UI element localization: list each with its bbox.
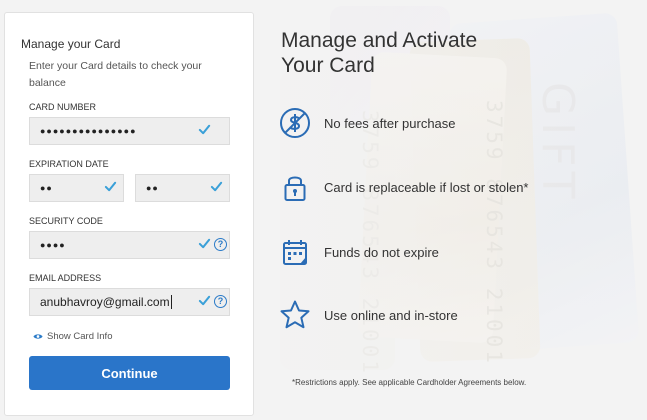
check-icon xyxy=(198,124,211,135)
feature-text: Card is replaceable if lost or stolen* xyxy=(324,179,529,195)
show-card-info-link[interactable]: Show Card Info xyxy=(33,331,112,342)
card-number-label: CARD NUMBER xyxy=(29,102,97,112)
security-code-value: ●●●● xyxy=(40,240,66,250)
text-cursor xyxy=(170,295,172,309)
feature-text: Funds do not expire xyxy=(324,244,439,260)
expiration-year-input[interactable]: ●● xyxy=(135,174,230,202)
form-title: Manage your Card xyxy=(21,37,121,51)
security-code-help-icon[interactable]: ? xyxy=(214,238,227,251)
feature-text: Use online and in-store xyxy=(324,307,458,323)
check-icon xyxy=(210,181,223,192)
card-number-input[interactable]: ●●●●●●●●●●●●●●● xyxy=(29,117,230,145)
expiration-year-value: ●● xyxy=(146,183,159,193)
feature-item: Funds do not expire xyxy=(278,235,439,269)
manage-card-form: Manage your Card Enter your Card details… xyxy=(4,12,254,416)
eye-icon xyxy=(33,334,43,339)
feature-item: Card is replaceable if lost or stolen* xyxy=(278,170,529,204)
hero-title-line1: Manage and Activate xyxy=(281,29,478,52)
check-icon xyxy=(198,238,211,249)
email-input[interactable]: anubhavroy@gmail.com ? xyxy=(29,288,230,316)
email-help-icon[interactable]: ? xyxy=(214,295,227,308)
email-value: anubhavroy@gmail.com xyxy=(40,295,170,309)
expiration-month-input[interactable]: ●● xyxy=(29,174,124,202)
security-code-label: SECURITY CODE xyxy=(29,216,103,226)
calendar-icon xyxy=(283,240,307,265)
expiration-date-label: EXPIRATION DATE xyxy=(29,159,109,169)
hero-title-line2: Your Card xyxy=(281,54,375,77)
feature-item: No fees after purchase xyxy=(278,106,456,140)
lock-icon xyxy=(284,176,306,201)
email-address-label: EMAIL ADDRESS xyxy=(29,273,102,283)
continue-button[interactable]: Continue xyxy=(29,356,230,390)
star-icon xyxy=(280,300,310,329)
show-card-info-label: Show Card Info xyxy=(47,331,113,342)
feature-item: Use online and in-store xyxy=(278,298,458,332)
feature-text: No fees after purchase xyxy=(324,115,456,131)
check-icon xyxy=(198,295,211,306)
security-code-input[interactable]: ●●●● ? xyxy=(29,231,230,259)
card-number-value: ●●●●●●●●●●●●●●● xyxy=(40,126,137,136)
no-fee-icon xyxy=(280,108,310,138)
expiration-month-value: ●● xyxy=(40,183,53,193)
hero-title: Manage and Activate Your Card xyxy=(281,28,541,78)
form-subtitle: Enter your Card details to check your ba… xyxy=(29,60,202,89)
check-icon xyxy=(104,181,117,192)
restrictions-footnote: *Restrictions apply. See applicable Card… xyxy=(292,378,527,387)
